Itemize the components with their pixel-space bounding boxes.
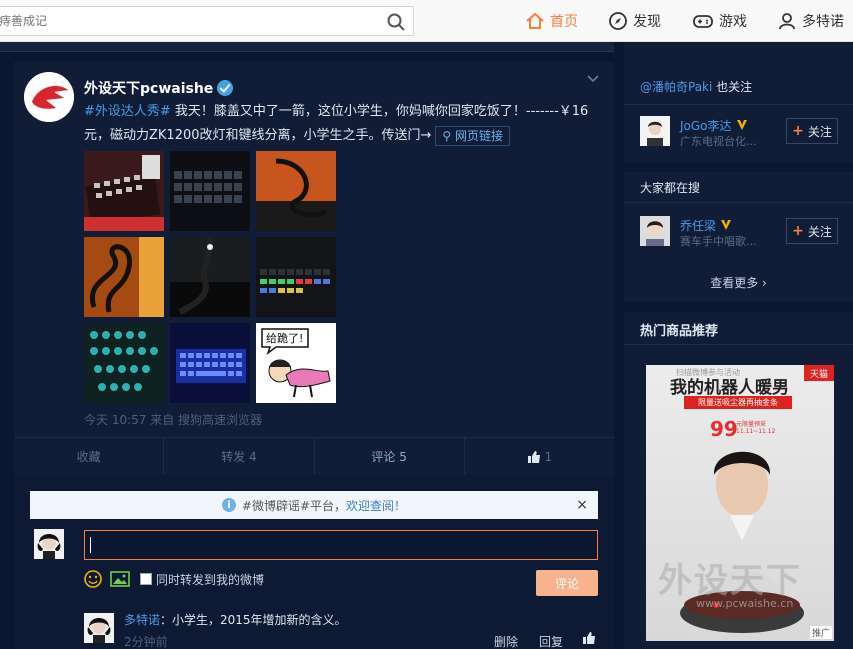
post-image[interactable] bbox=[256, 237, 336, 317]
comment-button[interactable]: 评论 5 bbox=[315, 438, 465, 475]
submit-comment-button[interactable]: 评论 bbox=[536, 570, 598, 596]
repost-button[interactable]: 转发 4 bbox=[164, 438, 315, 475]
also-follow-name[interactable]: @潘帕奇Paki bbox=[640, 80, 712, 94]
commenter-name[interactable]: 多特诺 bbox=[124, 613, 160, 627]
like-button[interactable]: 1 bbox=[465, 438, 614, 475]
ad-watermark: 外设天下 bbox=[658, 561, 802, 601]
post-image[interactable] bbox=[84, 151, 164, 231]
search-box[interactable] bbox=[0, 6, 414, 36]
rumor-notice: i #微博辟谣#平台， 欢迎查阅！ × bbox=[30, 491, 598, 519]
web-link[interactable]: ⚲ 网页链接 bbox=[435, 125, 511, 146]
weibo-post-card: 外设天下pcwaishe #外设达人秀# 我天！膝盖又中了一箭，这位小学生，你妈… bbox=[14, 62, 614, 482]
ad-tag: 推广 bbox=[809, 626, 832, 639]
post-image[interactable] bbox=[170, 151, 250, 231]
right-sidebar: @潘帕奇Paki 也关注 JoGo李达 广东电视台化... + 关注 大家都在搜 … bbox=[624, 0, 853, 649]
image-grid: 给跪了! bbox=[84, 151, 338, 403]
also-follow-block: @潘帕奇Paki 也关注 JoGo李达 广东电视台化... + 关注 bbox=[624, 62, 853, 162]
post-image[interactable] bbox=[256, 151, 336, 231]
info-icon: i bbox=[221, 498, 236, 512]
text-cursor bbox=[90, 537, 91, 553]
comment-tools: 同时转发到我的微博 bbox=[84, 570, 264, 588]
post-image[interactable] bbox=[170, 323, 250, 403]
everyone-searching-block: 大家都在搜 乔任梁 赛车手中唱歌... + 关注 查看更多 › bbox=[624, 172, 853, 302]
comment-text-line: 多特诺：小学生，2015年增加新的含义。 bbox=[124, 611, 347, 628]
meme-text: 给跪了! bbox=[266, 331, 303, 345]
web-link-label: 网页链接 bbox=[455, 128, 504, 143]
search-input[interactable] bbox=[0, 7, 379, 35]
delete-comment-button[interactable]: 删除 bbox=[494, 633, 518, 649]
thumbs-up-icon bbox=[527, 450, 540, 463]
topic-tag[interactable]: #外设达人秀# bbox=[84, 104, 171, 119]
repost-label: 转发 4 bbox=[221, 450, 257, 464]
post-image[interactable] bbox=[170, 237, 250, 317]
comment-text: ：小学生，2015年增加新的含义。 bbox=[160, 613, 347, 627]
post-image[interactable]: 给跪了! bbox=[256, 323, 336, 403]
verified-v-icon bbox=[721, 220, 732, 230]
comment-label: 评论 5 bbox=[371, 450, 407, 464]
user-avatar[interactable] bbox=[640, 216, 670, 246]
commenter-avatar[interactable] bbox=[84, 613, 114, 643]
post-meta: 今天 10:57 来自 搜狗高速浏览器 bbox=[84, 413, 263, 427]
user-desc: 广东电视台化... bbox=[680, 135, 757, 148]
comment-section: i #微博辟谣#平台， 欢迎查阅！ × 同时转发到我的微博 评论 多特诺：小学生… bbox=[14, 475, 614, 649]
user-name[interactable]: JoGo李达 bbox=[680, 119, 732, 133]
comment-time: 2分钟前 bbox=[124, 635, 168, 649]
user-name[interactable]: 乔任梁 bbox=[680, 219, 716, 233]
also-repost-checkbox[interactable] bbox=[140, 573, 152, 585]
close-icon[interactable]: × bbox=[576, 497, 588, 513]
post-image[interactable] bbox=[84, 237, 164, 317]
search-icon[interactable] bbox=[387, 13, 405, 31]
previous-card-edge bbox=[0, 42, 614, 52]
everyone-searching-title: 大家都在搜 bbox=[640, 181, 701, 195]
favorite-label: 收藏 bbox=[76, 450, 101, 464]
hot-goods-block: 热门商品推荐 扫描微博参与活动 我的机器人暖男 天猫 限量送吸尘器再抽金条 99… bbox=[624, 312, 853, 649]
favorite-button[interactable]: 收藏 bbox=[14, 438, 165, 475]
post-image[interactable] bbox=[84, 323, 164, 403]
verified-v-icon bbox=[736, 120, 747, 130]
post-text: #外设达人秀# 我天！膝盖又中了一箭，这位小学生，你妈喊你回家吃饭了！-----… bbox=[84, 100, 604, 148]
thumbs-up-icon[interactable] bbox=[582, 631, 596, 645]
product-ad[interactable]: 扫描微博参与活动 我的机器人暖男 天猫 限量送吸尘器再抽金条 99 元限量预采 … bbox=[646, 365, 834, 641]
home-icon bbox=[526, 12, 544, 29]
chevron-down-icon[interactable] bbox=[586, 72, 600, 86]
suggested-user: JoGo李达 广东电视台化... + 关注 bbox=[640, 116, 840, 148]
notice-text: #微博辟谣#平台， bbox=[241, 498, 347, 513]
notice-link[interactable]: 欢迎查阅！ bbox=[346, 497, 406, 514]
follow-button[interactable]: + 关注 bbox=[786, 118, 838, 144]
see-more-link[interactable]: 查看更多 › bbox=[624, 274, 853, 291]
divider bbox=[624, 202, 853, 203]
post-action-bar: 收藏 转发 4 评论 5 1 bbox=[14, 437, 614, 475]
my-avatar[interactable] bbox=[34, 529, 64, 559]
user-name-line: JoGo李达 bbox=[680, 117, 748, 134]
image-icon[interactable] bbox=[110, 570, 130, 588]
comment-input[interactable] bbox=[84, 530, 598, 560]
also-follow-line: @潘帕奇Paki 也关注 bbox=[640, 78, 752, 95]
reply-comment-button[interactable]: 回复 bbox=[539, 633, 563, 649]
follow-label: 关注 bbox=[807, 224, 832, 239]
like-count: 1 bbox=[544, 449, 553, 464]
suggested-user: 乔任梁 赛车手中唱歌... + 关注 bbox=[640, 216, 840, 248]
user-avatar[interactable] bbox=[640, 116, 670, 146]
plus-icon: + bbox=[792, 123, 804, 139]
link-icon: ⚲ bbox=[442, 128, 456, 143]
nav-home-label: 首页 bbox=[550, 14, 578, 30]
also-follow-suffix: 也关注 bbox=[712, 80, 753, 94]
plus-icon: + bbox=[792, 223, 804, 239]
nav-home[interactable]: 首页 bbox=[525, 0, 578, 42]
verified-icon bbox=[217, 80, 234, 96]
sidebar-top-edge bbox=[624, 42, 853, 62]
author-avatar[interactable] bbox=[24, 72, 74, 122]
follow-label: 关注 bbox=[807, 124, 832, 139]
also-repost-label: 同时转发到我的微博 bbox=[156, 572, 265, 587]
follow-button[interactable]: + 关注 bbox=[786, 218, 838, 244]
user-name-line: 乔任梁 bbox=[680, 217, 732, 234]
user-desc: 赛车手中唱歌... bbox=[680, 235, 757, 248]
divider bbox=[624, 104, 853, 105]
divider bbox=[624, 344, 853, 345]
post-author[interactable]: 外设天下pcwaishe bbox=[84, 78, 234, 98]
emoji-icon[interactable] bbox=[84, 570, 102, 588]
hot-goods-title: 热门商品推荐 bbox=[640, 324, 719, 339]
author-name[interactable]: 外设天下pcwaishe bbox=[84, 78, 213, 98]
ad-watermark-url: www.pcwaishe.cn bbox=[696, 597, 794, 610]
